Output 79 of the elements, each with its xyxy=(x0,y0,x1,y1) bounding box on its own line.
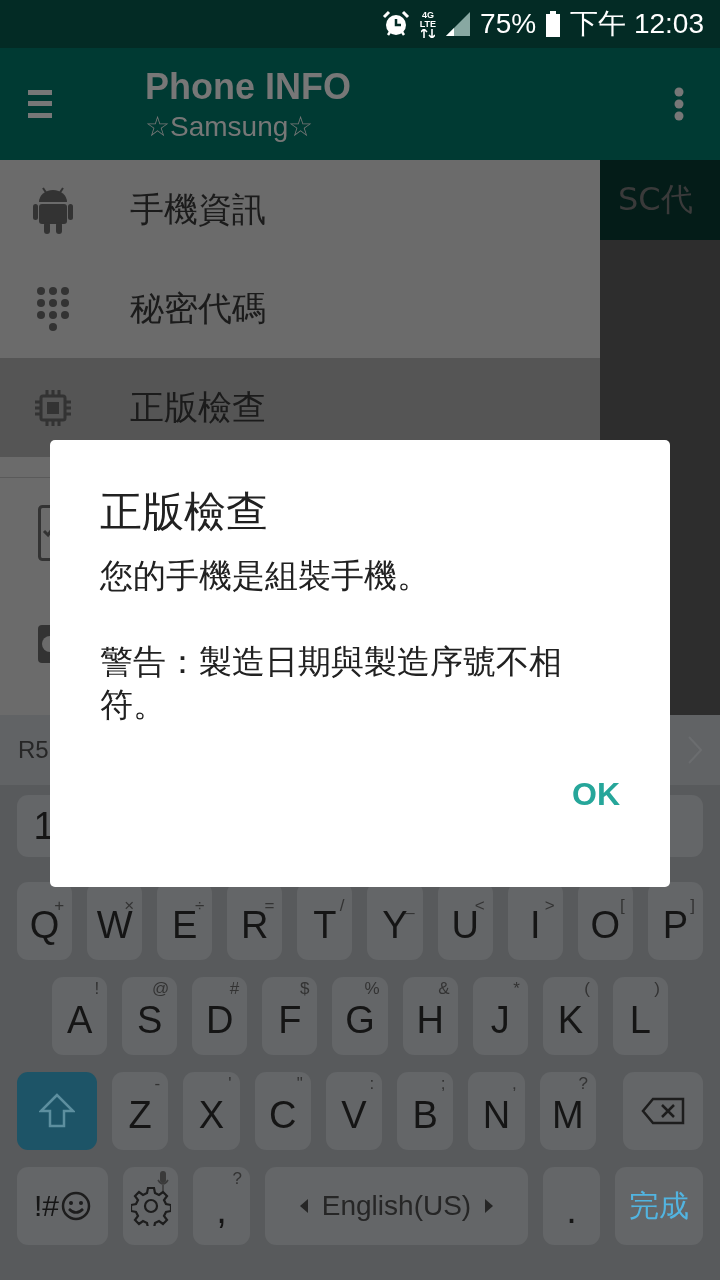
key-hint: - xyxy=(154,1074,161,1094)
key[interactable]: X ' xyxy=(183,1072,240,1150)
dialog-title: 正版檢查 xyxy=(100,486,269,538)
more-options-icon[interactable] xyxy=(674,87,684,121)
shift-key[interactable] xyxy=(17,1072,97,1150)
key[interactable]: M ? xyxy=(539,1072,596,1150)
key[interactable]: S @ xyxy=(122,977,178,1055)
key-hint: " xyxy=(296,1074,303,1094)
backspace-key[interactable] xyxy=(622,1072,703,1150)
key[interactable]: , ? xyxy=(193,1167,250,1245)
caret-left-icon xyxy=(299,1199,308,1213)
key-hint: ( xyxy=(584,979,590,999)
key-hint: = xyxy=(264,896,275,915)
key-hint: [ xyxy=(620,896,625,916)
battery-percent: 75% xyxy=(480,8,537,40)
key-hint: ; xyxy=(440,1074,446,1094)
key-hint: ] xyxy=(690,896,695,916)
signal-icon xyxy=(446,12,471,36)
key-hint: & xyxy=(438,979,450,999)
android-icon xyxy=(33,185,73,234)
caret-right-icon xyxy=(485,1199,494,1213)
settings-icon xyxy=(130,1186,171,1226)
battery-icon xyxy=(546,11,561,37)
key[interactable]: H & xyxy=(402,977,458,1055)
key[interactable]: A ! xyxy=(52,977,108,1055)
key[interactable]: F $ xyxy=(262,977,318,1055)
key-hint: # xyxy=(229,979,240,999)
key-hint: ' xyxy=(228,1074,232,1094)
key-hint: ) xyxy=(654,979,660,999)
key-hint: : xyxy=(369,1074,375,1094)
key[interactable]: P] xyxy=(647,882,703,960)
chip-icon xyxy=(35,389,71,426)
smiley-icon xyxy=(61,1191,91,1221)
done-key[interactable]: 完成 xyxy=(615,1167,703,1245)
key[interactable]: J * xyxy=(472,977,528,1055)
key[interactable]: C " xyxy=(254,1072,311,1150)
key[interactable]: . xyxy=(543,1167,600,1245)
ok-button[interactable]: OK xyxy=(568,772,624,817)
key[interactable]: B ; xyxy=(397,1072,454,1150)
language-label: English(US) xyxy=(321,1190,472,1222)
drawer-item[interactable]: 手機資訊 xyxy=(0,160,600,259)
dialog-message: 您的手機是組裝手機。 xyxy=(100,555,431,597)
key-hint: + xyxy=(54,896,65,915)
key[interactable]: K ( xyxy=(542,977,598,1055)
suggestion-word[interactable]: R5 xyxy=(18,736,49,764)
app-subtitle: ☆Samsung☆ xyxy=(145,109,315,143)
dialpad-icon xyxy=(36,285,70,332)
menu-icon[interactable] xyxy=(28,87,52,121)
key-hint: ! xyxy=(94,979,100,999)
space-key[interactable]: English(US) xyxy=(265,1167,528,1245)
backspace-icon xyxy=(640,1097,685,1125)
key-hint: * xyxy=(513,979,520,999)
key-hint: % xyxy=(364,979,380,999)
alarm-icon xyxy=(381,10,410,38)
settings-key[interactable] xyxy=(123,1167,178,1245)
key[interactable]: N , xyxy=(468,1072,525,1150)
key[interactable]: L ) xyxy=(612,977,668,1055)
key-hint: ÷ xyxy=(194,896,205,915)
key-hint: ? xyxy=(232,1169,242,1189)
symbols-key[interactable]: !# xyxy=(17,1167,108,1245)
key-hint: $ xyxy=(299,979,310,999)
key-hint: , xyxy=(511,1074,517,1094)
key-hint: @ xyxy=(151,979,170,999)
key-hint: / xyxy=(339,896,345,916)
key-hint: > xyxy=(544,896,555,916)
key[interactable]: Q+ xyxy=(17,882,73,960)
clock-time: 下午 12:03 xyxy=(570,7,704,41)
shift-icon xyxy=(39,1093,75,1129)
app-title: Phone INFO xyxy=(145,65,352,108)
microphone-icon xyxy=(157,1171,169,1191)
key-hint: ? xyxy=(578,1074,588,1094)
warning-message: 警告：製造日期與製造序號不相符。 xyxy=(100,641,563,726)
key[interactable]: G % xyxy=(332,977,388,1055)
key-label: !# xyxy=(34,1189,59,1223)
key[interactable]: V : xyxy=(325,1072,383,1150)
key[interactable]: D # xyxy=(192,977,248,1055)
key[interactable]: Z - xyxy=(112,1072,169,1150)
key-hint: _ xyxy=(405,896,415,915)
drawer-item[interactable]: 秘密代碼 xyxy=(0,259,600,358)
